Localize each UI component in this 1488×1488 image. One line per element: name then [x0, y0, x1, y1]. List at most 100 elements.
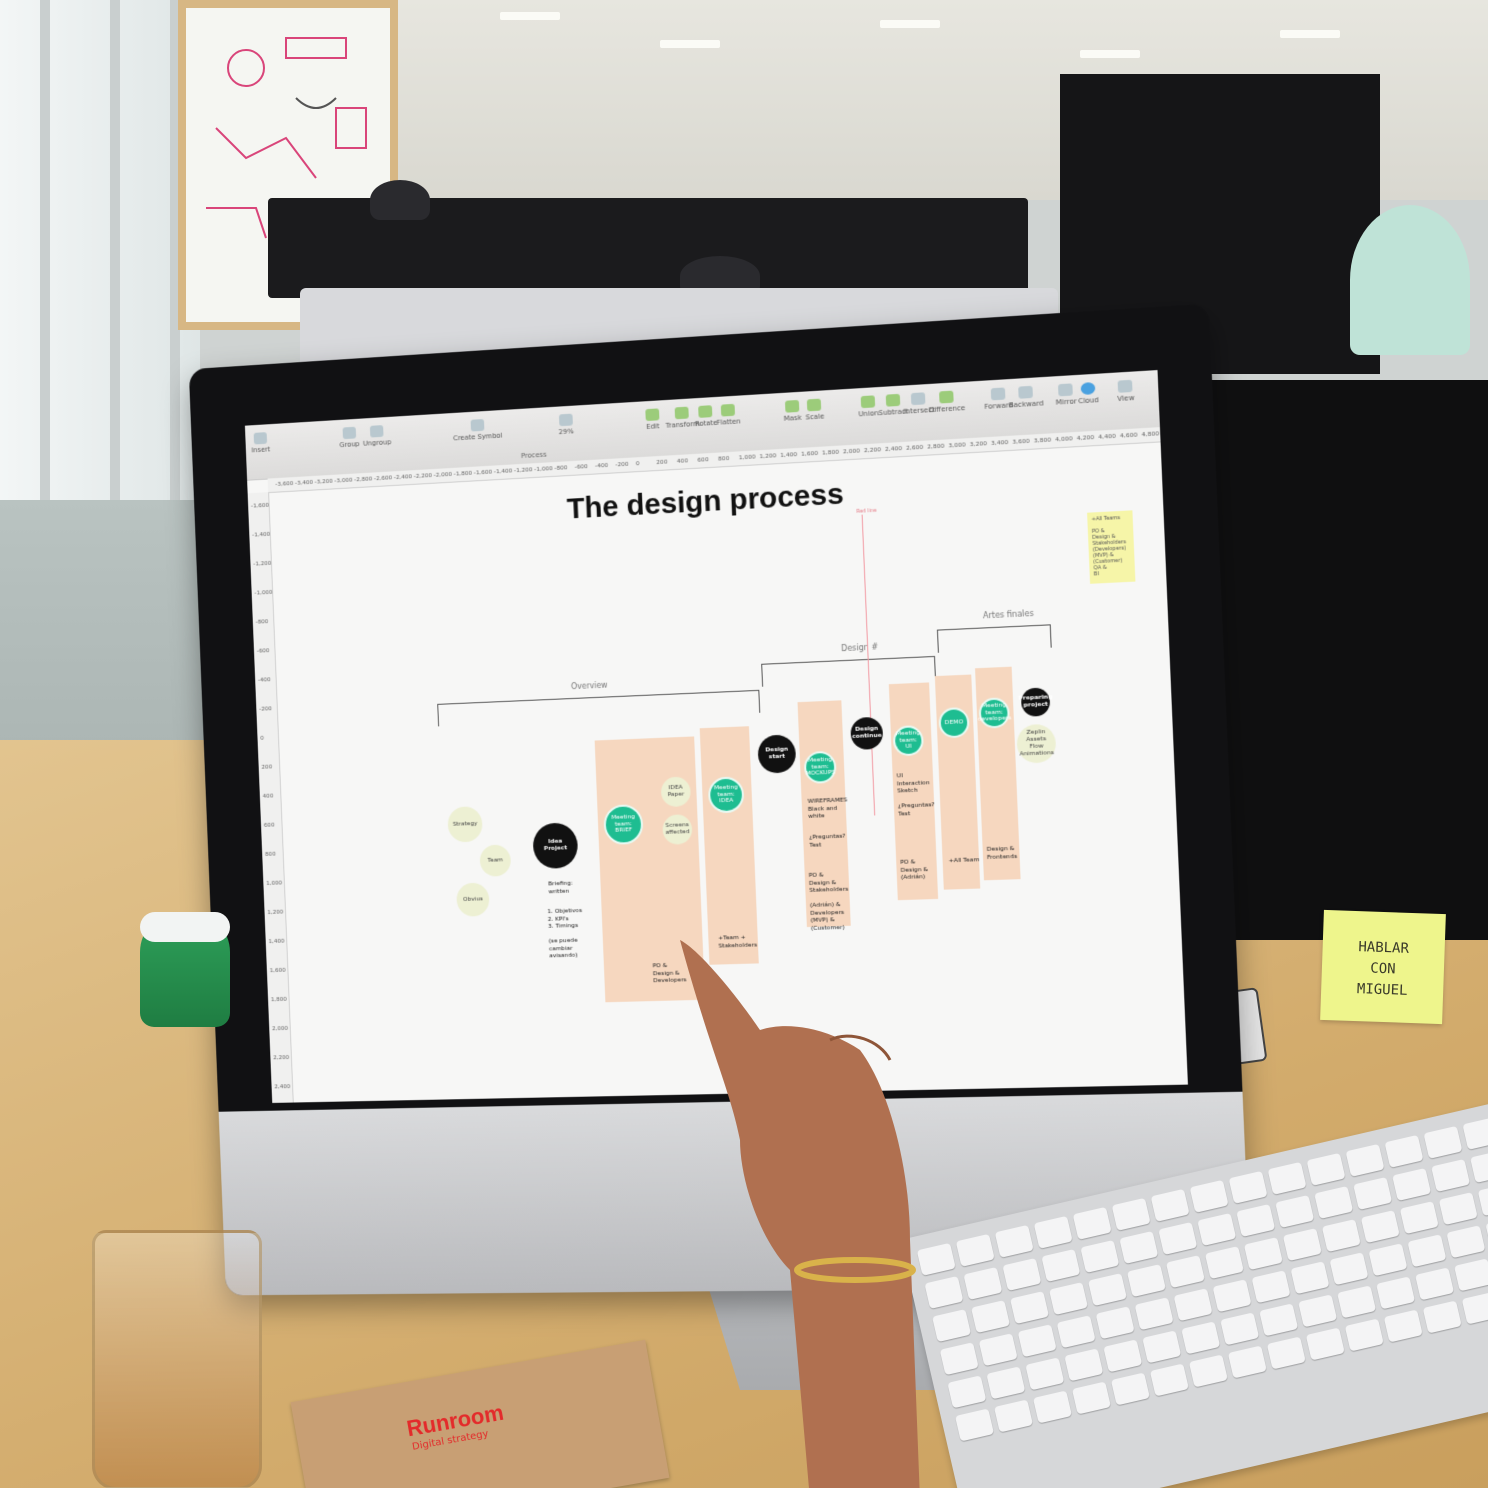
keyboard-key[interactable]	[995, 1225, 1034, 1258]
keyboard-key[interactable]	[963, 1267, 1002, 1300]
keyboard-key[interactable]	[1041, 1249, 1080, 1282]
node-zeplin[interactable]: Zeplin Assets Flow Animations	[1016, 724, 1056, 764]
insert-button[interactable]: Insert	[251, 432, 271, 454]
keyboard-key[interactable]	[1268, 1162, 1307, 1195]
keyboard-key[interactable]	[1346, 1144, 1385, 1177]
node-strategy[interactable]: Strategy	[447, 806, 483, 843]
mirror-button[interactable]: Mirror	[1055, 383, 1077, 407]
cloud-button[interactable]: Cloud	[1077, 382, 1098, 406]
keyboard-key[interactable]	[1228, 1346, 1267, 1379]
zoom-control[interactable]: 29%	[558, 414, 574, 437]
keyboard-key[interactable]	[1353, 1177, 1392, 1210]
keyboard-key[interactable]	[1244, 1237, 1283, 1270]
keyboard-key[interactable]	[1103, 1339, 1142, 1372]
node-obvius[interactable]: Obvius	[456, 882, 490, 916]
keyboard-key[interactable]	[1283, 1228, 1322, 1261]
keyboard-key[interactable]	[1197, 1213, 1236, 1246]
keyboard-key[interactable]	[1064, 1348, 1103, 1381]
keyboard-key[interactable]	[1423, 1126, 1462, 1159]
page-name[interactable]: Process	[521, 451, 547, 460]
view-button[interactable]: View	[1117, 380, 1135, 403]
keyboard-key[interactable]	[1189, 1354, 1228, 1387]
keyboard-key[interactable]	[1267, 1337, 1306, 1370]
keyboard-key[interactable]	[1072, 1381, 1111, 1414]
mask-button[interactable]: Mask	[783, 400, 802, 423]
keyboard-key[interactable]	[1158, 1222, 1197, 1255]
keyboard-key[interactable]	[1080, 1240, 1119, 1273]
keyboard-key[interactable]	[1033, 1390, 1072, 1423]
keyboard-key[interactable]	[947, 1375, 986, 1408]
keyboard-key[interactable]	[1166, 1255, 1205, 1288]
ungroup-button[interactable]: Ungroup	[362, 425, 391, 448]
keyboard-key[interactable]	[986, 1366, 1025, 1399]
keyboard-key[interactable]	[1298, 1294, 1337, 1327]
keyboard-key[interactable]	[1002, 1258, 1041, 1291]
keyboard-key[interactable]	[1307, 1153, 1346, 1186]
keyboard-key[interactable]	[1384, 1135, 1423, 1168]
keyboard-key[interactable]	[1337, 1285, 1376, 1318]
flatten-button[interactable]: Flatten	[716, 403, 741, 426]
keyboard-key[interactable]	[1205, 1246, 1244, 1279]
rotate-button[interactable]: Rotate	[694, 405, 717, 428]
keyboard-key[interactable]	[1415, 1267, 1454, 1300]
keyboard-key[interactable]	[1314, 1186, 1353, 1219]
keyboard-key[interactable]	[940, 1342, 979, 1375]
keyboard-key[interactable]	[1431, 1159, 1470, 1192]
node-design-start[interactable]: Design start	[757, 734, 796, 773]
keyboard-key[interactable]	[956, 1234, 995, 1267]
keyboard-key[interactable]	[955, 1408, 994, 1441]
edit-button[interactable]: Edit	[645, 408, 660, 431]
keyboard-key[interactable]	[1229, 1171, 1268, 1204]
keyboard-key[interactable]	[994, 1399, 1033, 1432]
keyboard-key[interactable]	[1010, 1291, 1049, 1324]
keyboard-key[interactable]	[1236, 1204, 1275, 1237]
keyboard-key[interactable]	[1034, 1216, 1073, 1249]
node-idea-project[interactable]: Idea Project	[532, 822, 578, 869]
keyboard-key[interactable]	[1329, 1252, 1368, 1285]
keyboard-key[interactable]	[1049, 1282, 1088, 1315]
keyboard-key[interactable]	[1322, 1219, 1361, 1252]
keyboard-key[interactable]	[1462, 1117, 1488, 1150]
union-button[interactable]: Union	[858, 395, 879, 418]
keyboard-key[interactable]	[1345, 1319, 1384, 1352]
keyboard-key[interactable]	[1151, 1189, 1190, 1222]
keyboard-key[interactable]	[1220, 1312, 1259, 1345]
keyboard-key[interactable]	[1291, 1261, 1330, 1294]
group-button[interactable]: Group	[339, 427, 360, 450]
keyboard-key[interactable]	[1439, 1192, 1478, 1225]
screen-sticky-note[interactable]: +All Teams PO & Design & Stakeholders (D…	[1087, 510, 1135, 583]
create-symbol-button[interactable]: Create Symbol	[452, 418, 502, 443]
node-preparing-project[interactable]: Preparing project	[1021, 687, 1051, 717]
keyboard-key[interactable]	[1462, 1292, 1488, 1325]
keyboard-key[interactable]	[1384, 1310, 1423, 1343]
keyboard-key[interactable]	[1423, 1301, 1462, 1334]
keyboard-key[interactable]	[1470, 1150, 1488, 1183]
backward-button[interactable]: Backward	[1008, 385, 1044, 409]
keyboard-key[interactable]	[1368, 1243, 1407, 1276]
keyboard-key[interactable]	[1119, 1231, 1158, 1264]
keyboard-key[interactable]	[1057, 1315, 1096, 1348]
scale-button[interactable]: Scale	[805, 398, 825, 421]
keyboard-key[interactable]	[1361, 1210, 1400, 1243]
keyboard-key[interactable]	[1213, 1279, 1252, 1312]
keyboard-key[interactable]	[1454, 1258, 1488, 1291]
keyboard-key[interactable]	[1025, 1357, 1064, 1390]
keyboard-key[interactable]	[1127, 1264, 1166, 1297]
node-design-continue[interactable]: Design continue	[850, 717, 883, 750]
keyboard-key[interactable]	[1174, 1288, 1213, 1321]
keyboard-key[interactable]	[1096, 1306, 1135, 1339]
keyboard-key[interactable]	[1181, 1321, 1220, 1354]
keyboard-key[interactable]	[1135, 1297, 1174, 1330]
keyboard-key[interactable]	[1400, 1201, 1439, 1234]
keyboard-key[interactable]	[1446, 1225, 1485, 1258]
keyboard-key[interactable]	[1392, 1168, 1431, 1201]
keyboard-key[interactable]	[1073, 1207, 1112, 1240]
keyboard-key[interactable]	[971, 1300, 1010, 1333]
difference-button[interactable]: Difference	[928, 390, 965, 414]
keyboard-key[interactable]	[1150, 1363, 1189, 1396]
keyboard-key[interactable]	[1306, 1328, 1345, 1361]
keyboard-key[interactable]	[1407, 1234, 1446, 1267]
keyboard-key[interactable]	[1142, 1330, 1181, 1363]
keyboard-key[interactable]	[1112, 1198, 1151, 1231]
node-team[interactable]: Team	[479, 844, 511, 876]
